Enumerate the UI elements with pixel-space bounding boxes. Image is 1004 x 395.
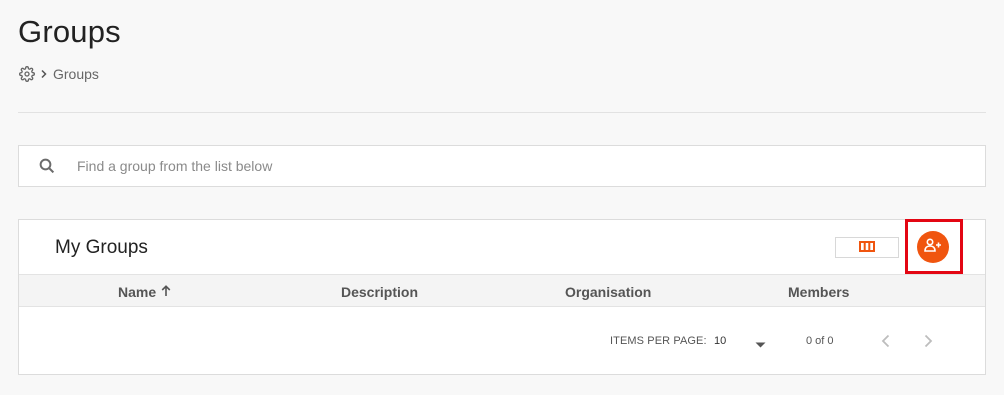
chevron-left-icon [876,334,896,354]
header-divider [18,112,986,113]
paginator: ITEMS PER PAGE: 10 0 of 0 [19,308,985,374]
previous-page-button[interactable] [876,331,896,351]
page-range-label: 0 of 0 [806,335,834,347]
table-header: Name Description Organisation Members [19,274,985,307]
chevron-right-icon [918,334,938,354]
chevron-right-icon [39,69,49,79]
arrow-up-icon [161,284,171,300]
add-group-button[interactable] [917,231,949,263]
chevron-down-icon [755,339,766,351]
search-input[interactable] [77,158,937,174]
items-per-page-label: ITEMS PER PAGE: [610,335,707,347]
breadcrumb: Groups [19,66,99,82]
page-size-value: 10 [714,335,727,347]
column-header-organisation[interactable]: Organisation [565,284,651,300]
search-icon [38,157,56,175]
page-size-select[interactable]: 10 [714,333,770,351]
page-title: Groups [18,14,121,49]
columns-toggle-button[interactable] [835,237,899,258]
card-title: My Groups [55,237,148,258]
search-box [18,145,986,187]
next-page-button[interactable] [918,331,938,351]
column-header-name[interactable]: Name [118,284,171,300]
breadcrumb-current: Groups [53,66,99,82]
add-group-icon [924,237,942,257]
gear-icon[interactable] [19,66,35,82]
column-header-members[interactable]: Members [788,284,849,300]
groups-card: My Groups Name Description Organisation … [18,219,986,375]
columns-icon [859,239,875,257]
column-header-description[interactable]: Description [341,284,418,300]
